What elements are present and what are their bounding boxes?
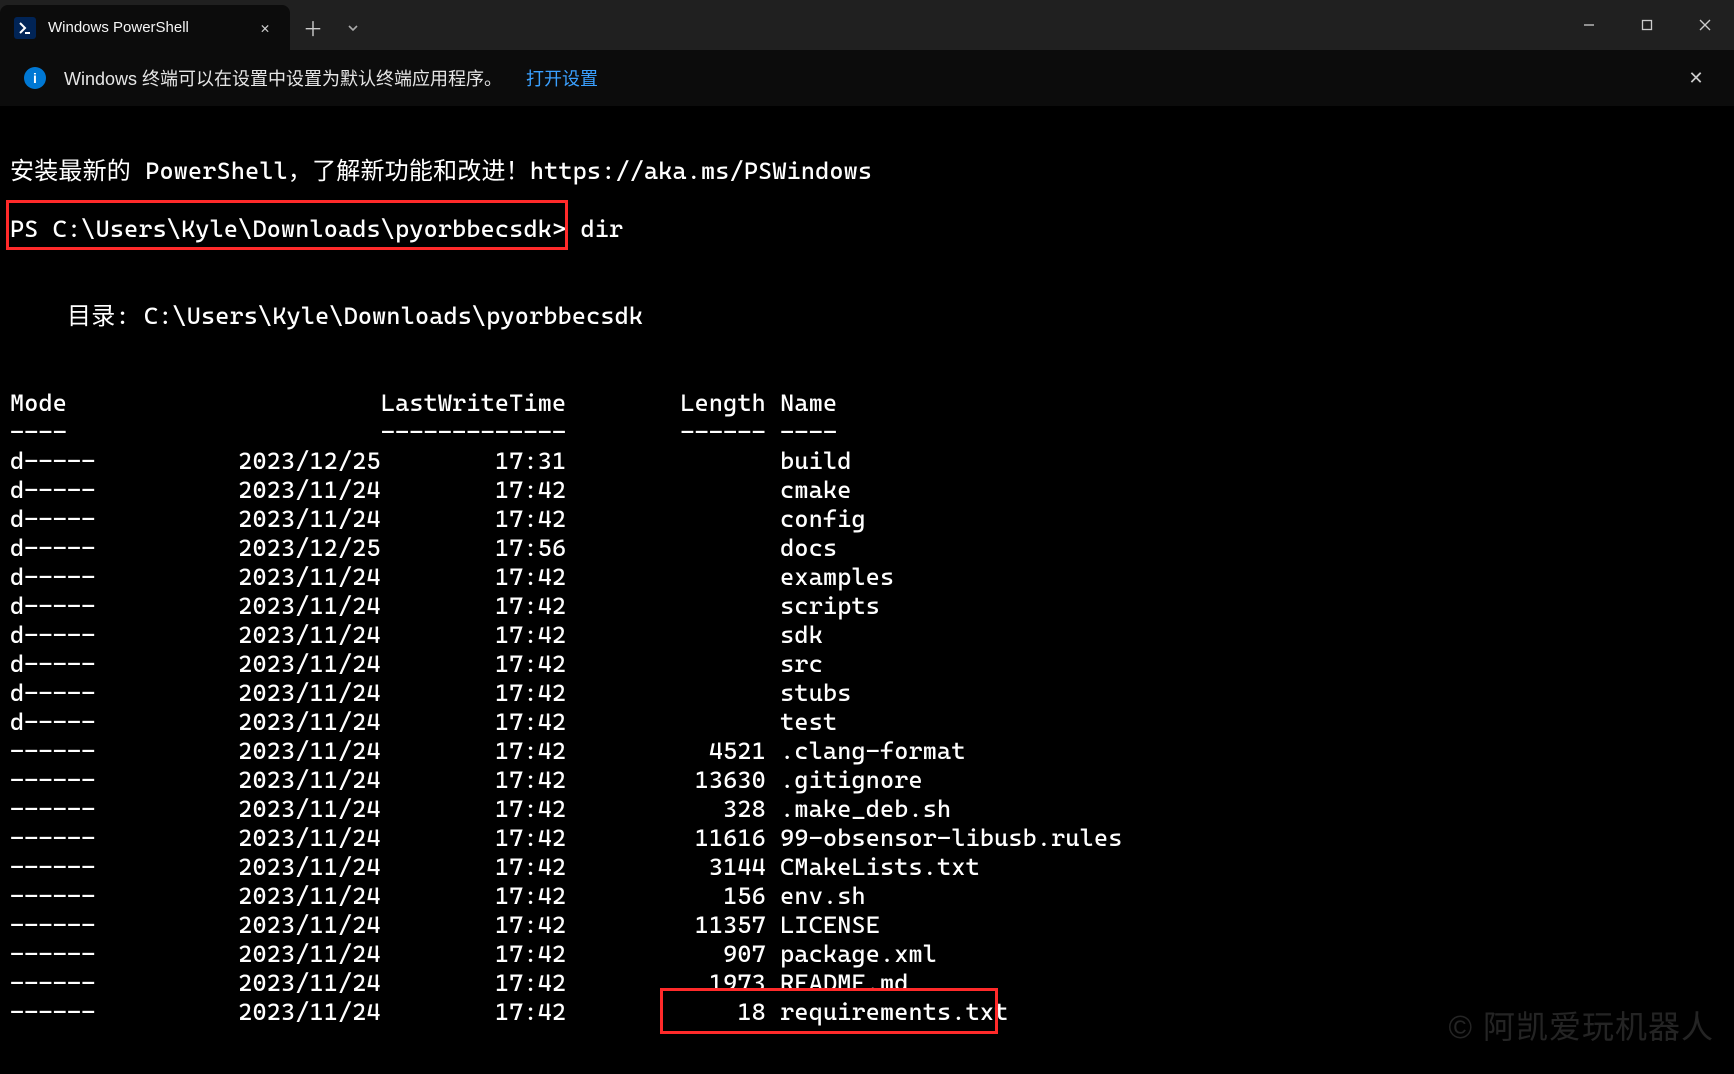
tab-powershell[interactable]: Windows PowerShell ✕ bbox=[0, 5, 290, 50]
table-row: ------ 2023/11/24 17:42 328 .make_deb.sh bbox=[10, 795, 951, 823]
window-maximize-button[interactable] bbox=[1618, 0, 1676, 50]
window-minimize-button[interactable] bbox=[1560, 0, 1618, 50]
table-row: d----- 2023/11/24 17:42 sdk bbox=[10, 621, 823, 649]
info-bar: i Windows 终端可以在设置中设置为默认终端应用程序。 打开设置 ✕ bbox=[0, 50, 1734, 106]
table-row: d----- 2023/11/24 17:42 stubs bbox=[10, 679, 852, 707]
table-row: d----- 2023/11/24 17:42 cmake bbox=[10, 476, 852, 504]
table-row: d----- 2023/11/24 17:42 src bbox=[10, 650, 823, 678]
command: dir bbox=[581, 215, 624, 243]
window-close-button[interactable] bbox=[1676, 0, 1734, 50]
table-row: ------ 2023/11/24 17:42 907 package.xml bbox=[10, 940, 937, 968]
new-tab-dropdown[interactable] bbox=[336, 5, 370, 50]
table-row: ------ 2023/11/24 17:42 11357 LICENSE bbox=[10, 911, 880, 939]
table-row: d----- 2023/11/24 17:42 config bbox=[10, 505, 866, 533]
prompt: PS C:\Users\Kyle\Downloads\pyorbbecsdk> bbox=[10, 215, 566, 243]
new-tab-button[interactable]: ＋ bbox=[290, 5, 336, 50]
table-header-underline: ---- ------------- ------ ---- bbox=[10, 418, 837, 446]
table-row: d----- 2023/12/25 17:56 docs bbox=[10, 534, 837, 562]
open-settings-link[interactable]: 打开设置 bbox=[526, 65, 598, 91]
powershell-icon bbox=[14, 17, 36, 39]
intro-line: 安装最新的 PowerShell，了解新功能和改进！https://aka.ms… bbox=[10, 157, 872, 185]
table-row: ------ 2023/11/24 17:42 4521 .clang-form… bbox=[10, 737, 966, 765]
directory-label: 目录: C:\Users\Kyle\Downloads\pyorbbecsdk bbox=[10, 302, 643, 330]
table-row: d----- 2023/11/24 17:42 examples bbox=[10, 563, 894, 591]
info-icon: i bbox=[24, 67, 46, 89]
info-close-button[interactable]: ✕ bbox=[1682, 64, 1710, 92]
table-row: ------ 2023/11/24 17:42 156 env.sh bbox=[10, 882, 866, 910]
terminal-output[interactable]: 安装最新的 PowerShell，了解新功能和改进！https://aka.ms… bbox=[0, 106, 1734, 1074]
table-row: d----- 2023/12/25 17:31 build bbox=[10, 447, 852, 475]
table-row: ------ 2023/11/24 17:42 3144 CMakeLists.… bbox=[10, 853, 980, 881]
tab-title: Windows PowerShell bbox=[48, 19, 242, 36]
titlebar: Windows PowerShell ✕ ＋ bbox=[0, 0, 1734, 50]
table-row: ------ 2023/11/24 17:42 13630 .gitignore bbox=[10, 766, 923, 794]
info-message: Windows 终端可以在设置中设置为默认终端应用程序。 bbox=[64, 65, 502, 91]
table-row: d----- 2023/11/24 17:42 test bbox=[10, 708, 837, 736]
table-row: ------ 2023/11/24 17:42 18 requirements.… bbox=[10, 998, 1008, 1026]
tab-close-button[interactable]: ✕ bbox=[254, 17, 276, 39]
table-header: Mode LastWriteTime Length Name bbox=[10, 389, 837, 417]
table-row: d----- 2023/11/24 17:42 scripts bbox=[10, 592, 880, 620]
table-row: ------ 2023/11/24 17:42 11616 99-obsenso… bbox=[10, 824, 1122, 852]
table-row: ------ 2023/11/24 17:42 1973 README.md bbox=[10, 969, 909, 997]
